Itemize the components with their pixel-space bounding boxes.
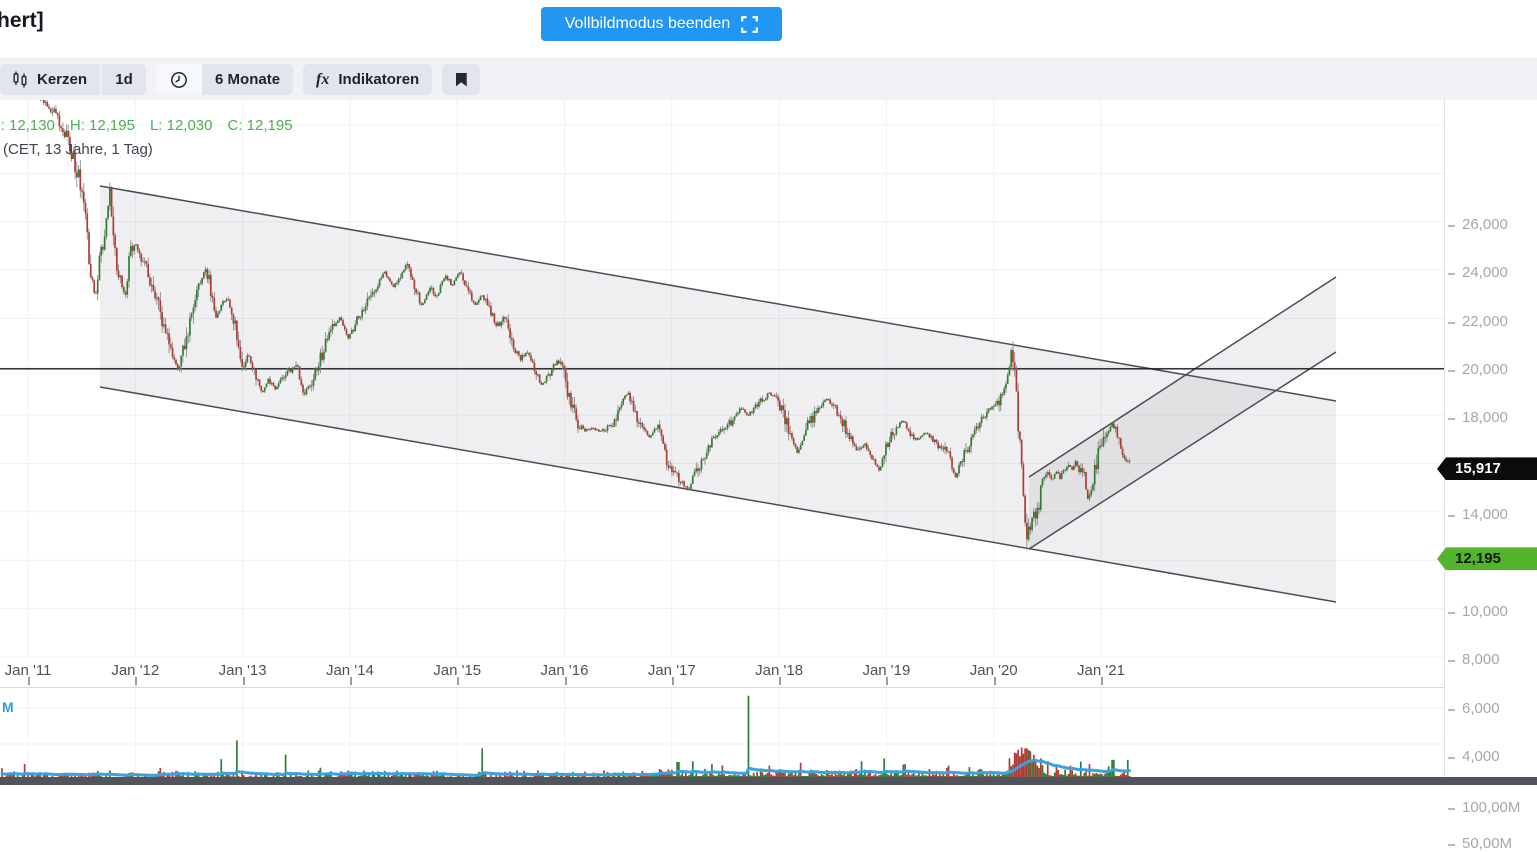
price-axis-label: 26,000: [1462, 216, 1508, 233]
price-axis-label: 18,000: [1462, 409, 1508, 426]
ohlc-high: H: 12,195: [70, 117, 135, 134]
range-clock-button[interactable]: [156, 64, 202, 95]
fullscreen-icon: [741, 16, 758, 33]
indicators-label: Indikatoren: [338, 71, 419, 88]
price-axis-label: 22,000: [1462, 313, 1508, 330]
horizontal-line-price-tag: 15,917: [1437, 457, 1537, 480]
price-axis-tick: [1448, 322, 1455, 324]
price-axis-label: 14,000: [1462, 506, 1508, 523]
price-axis-tick: [1448, 418, 1455, 420]
clock-icon: [170, 71, 188, 89]
time-axis-tick: [457, 677, 459, 685]
ohlc-low: L: 12,030: [150, 117, 213, 134]
ohlc-legend: O: 12,130 H: 12,195 L: 12,030 C: 12,195: [0, 117, 308, 134]
price-axis-tick: [1448, 612, 1455, 614]
time-axis-tick: [135, 677, 137, 685]
range-label: 6 Monate: [215, 71, 280, 88]
time-axis-tick: [779, 677, 781, 685]
price-axis-label: 4,000: [1462, 748, 1500, 765]
bookmark-icon: [456, 73, 467, 87]
last-price-tag: 12,195: [1437, 547, 1537, 570]
price-axis-label: 24,000: [1462, 264, 1508, 281]
chart-type-label: Kerzen: [37, 71, 87, 88]
price-axis-label: 20,000: [1462, 361, 1508, 378]
interval-label: 1d: [115, 71, 133, 88]
time-axis-tick: [994, 677, 996, 685]
price-axis-tick: [1448, 225, 1455, 227]
exit-fullscreen-label: Vollbildmodus beenden: [565, 15, 730, 33]
range-group: 6 Monate: [156, 64, 293, 95]
price-axis-tick: [1448, 515, 1455, 517]
fx-icon: fx: [316, 71, 329, 89]
time-axis-tick: [28, 677, 30, 685]
header: hert] Vollbildmodus beenden: [0, 0, 1537, 58]
volume-ma-line: [2, 760, 1130, 775]
price-axis-tick: [1448, 709, 1455, 711]
volume-layer: [1, 696, 1130, 781]
volume-axis-label: 100,00M: [1462, 799, 1520, 816]
price-axis-label: 6,000: [1462, 700, 1500, 717]
time-axis-tick: [243, 677, 245, 685]
volume-ma-value-label: M: [0, 698, 18, 717]
chart-type-interval-group: Kerzen 1d: [0, 64, 146, 95]
time-axis-tick: [672, 677, 674, 685]
pane-separator: [0, 687, 1444, 688]
volume-axis-label: 50,00M: [1462, 835, 1512, 852]
interval-button[interactable]: 1d: [102, 64, 146, 95]
chart-type-button[interactable]: Kerzen: [0, 64, 100, 95]
chart-subtitle: (CET, 13 Jahre, 1 Tag): [3, 141, 153, 158]
time-axis-tick: [1101, 677, 1103, 685]
price-axis-tick: [1448, 660, 1455, 662]
exit-fullscreen-button[interactable]: Vollbildmodus beenden: [541, 7, 782, 41]
price-axis-tick: [1448, 757, 1455, 759]
bookmark-button[interactable]: [442, 64, 480, 95]
price-axis-label: 8,000: [1462, 651, 1500, 668]
ohlc-close: C: 12,195: [228, 117, 293, 134]
time-axis-tick: [886, 677, 888, 685]
time-axis-tick: [565, 677, 567, 685]
chart-pane[interactable]: O: 12,130 H: 12,195 L: 12,030 C: 12,195 (CE…: [0, 100, 1537, 785]
volume-axis-tick: [1448, 844, 1455, 846]
indicators-button[interactable]: fx Indikatoren: [303, 64, 432, 95]
page-title: hert]: [0, 9, 44, 33]
chart-canvas[interactable]: [0, 100, 1537, 785]
chart-toolbar: Kerzen 1d 6 Monate fx Indikatoren: [0, 58, 1537, 101]
toolbar-left-group: Kerzen 1d 6 Monate fx Indikatoren: [0, 64, 480, 95]
volume-axis-tick: [1448, 808, 1455, 810]
range-button[interactable]: 6 Monate: [202, 64, 293, 95]
price-axis-tick: [1448, 273, 1455, 275]
trend-channel-layer: [100, 186, 1336, 602]
price-axis-label: 10,000: [1462, 603, 1508, 620]
time-axis-tick: [350, 677, 352, 685]
candlestick-icon: [13, 71, 28, 88]
price-axis-border: [1444, 100, 1445, 777]
ohlc-open: O: 12,130: [0, 117, 55, 134]
price-axis-tick: [1448, 370, 1455, 372]
bottom-bar: [0, 777, 1537, 785]
